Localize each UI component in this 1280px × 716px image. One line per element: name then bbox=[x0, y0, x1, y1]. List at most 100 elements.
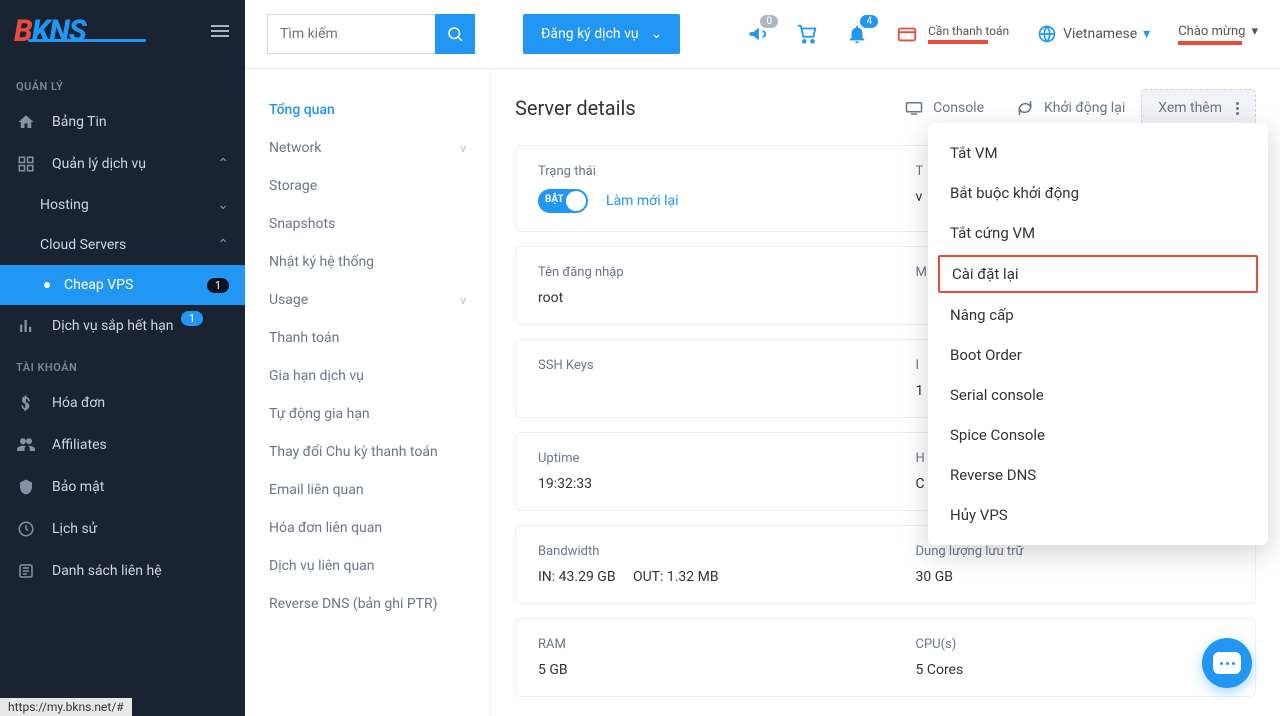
chat-bubble-icon bbox=[1213, 652, 1241, 674]
caret-down-icon: ▾ bbox=[1251, 24, 1258, 39]
nav-label: Cheap VPS bbox=[64, 277, 133, 293]
storage-label: Dung lượng lưu trữ bbox=[916, 544, 1234, 559]
subnav-storage[interactable]: Storage bbox=[245, 167, 490, 205]
nav-expiring[interactable]: Dịch vụ sắp hết hạn 1 bbox=[0, 305, 245, 347]
users-icon bbox=[16, 436, 36, 454]
panel: Server details Console Khởi động lại Xem… bbox=[491, 69, 1280, 716]
nav-cheap-vps[interactable]: Cheap VPS 1 bbox=[0, 265, 245, 305]
nav-label: Hóa đơn bbox=[52, 395, 105, 411]
ram-label: RAM bbox=[538, 637, 856, 652]
bullet-icon bbox=[44, 282, 50, 288]
subnav-rdns[interactable]: Reverse DNS (bản ghi PTR) bbox=[245, 585, 490, 623]
login-label: Tên đăng nhập bbox=[538, 265, 856, 280]
dd-reinstall[interactable]: Cài đặt lại bbox=[938, 255, 1258, 293]
caret-down-icon: ▾ bbox=[1143, 26, 1150, 42]
language-selector[interactable]: Vietnamese ▾ bbox=[1037, 24, 1150, 44]
chevron-up-icon: ⌃ bbox=[217, 156, 229, 172]
nav-label: Affiliates bbox=[52, 437, 107, 453]
dd-boot-order[interactable]: Boot Order bbox=[928, 335, 1268, 375]
more-button[interactable]: Xem thêm bbox=[1141, 89, 1256, 127]
nav-security[interactable]: Bảo mật bbox=[0, 466, 245, 508]
dd-rdns[interactable]: Reverse DNS bbox=[928, 455, 1268, 495]
nav-hosting[interactable]: Hosting ⌄ bbox=[0, 185, 245, 225]
nav-label: Cloud Servers bbox=[40, 237, 126, 253]
dd-shutdown[interactable]: Tắt VM bbox=[928, 133, 1268, 173]
search-button[interactable] bbox=[435, 14, 475, 54]
sidebar: BKNS QUẢN LÝ Bảng Tin Quản lý dịch vụ ⌃ … bbox=[0, 0, 245, 716]
dd-force-reboot[interactable]: Bắt buộc khởi động bbox=[928, 173, 1268, 213]
subnav-emails[interactable]: Email liên quan bbox=[245, 471, 490, 509]
globe-icon bbox=[1037, 24, 1057, 44]
bell-icon[interactable]: 4 bbox=[846, 23, 868, 45]
user-menu[interactable]: Chào mừng ▾ bbox=[1178, 24, 1258, 45]
subnav-invoices[interactable]: Hóa đơn liên quan bbox=[245, 509, 490, 547]
nav-contacts[interactable]: Danh sách liên hệ bbox=[0, 550, 245, 592]
refresh-icon bbox=[1016, 99, 1034, 117]
subnav-related[interactable]: Dịch vụ liên quan bbox=[245, 547, 490, 585]
nav-label: Bảng Tin bbox=[52, 114, 107, 130]
home-icon bbox=[16, 113, 36, 131]
grid-icon bbox=[16, 155, 36, 173]
subnav-overview[interactable]: Tổng quan bbox=[245, 91, 490, 129]
more-dropdown: Tắt VM Bắt buộc khởi động Tắt cứng VM Cà… bbox=[928, 123, 1268, 545]
uptime-value: 19:32:33 bbox=[538, 476, 856, 492]
nav-label: Bảo mật bbox=[52, 479, 104, 495]
nav-label: Hosting bbox=[40, 197, 89, 213]
language-label: Vietnamese bbox=[1063, 26, 1137, 42]
cpu-value: 5 Cores bbox=[916, 662, 1234, 678]
status-label: Trạng thái bbox=[538, 164, 856, 179]
login-value: root bbox=[538, 290, 856, 306]
count-badge: 1 bbox=[181, 311, 203, 326]
dd-destroy[interactable]: Hủy VPS bbox=[928, 495, 1268, 535]
dd-hard-off[interactable]: Tắt cứng VM bbox=[928, 213, 1268, 253]
console-button[interactable]: Console bbox=[889, 90, 1000, 126]
nav-section-account: TÀI KHOẢN bbox=[0, 347, 245, 382]
bar-chart-icon bbox=[16, 317, 36, 335]
chevron-down-icon: ⌄ bbox=[217, 197, 229, 213]
uptime-label: Uptime bbox=[538, 451, 856, 466]
menu-toggle-icon[interactable] bbox=[211, 25, 229, 37]
payment-due[interactable]: Cần thanh toán bbox=[896, 23, 1009, 45]
logo[interactable]: BKNS bbox=[14, 14, 146, 48]
subnav-renew[interactable]: Gia hạn dịch vụ bbox=[245, 357, 490, 395]
nav-cloud-servers[interactable]: Cloud Servers ⌃ bbox=[0, 225, 245, 265]
chevron-up-icon: ⌃ bbox=[217, 237, 229, 253]
monitor-icon bbox=[905, 101, 923, 115]
subnav-usage[interactable]: Usagev bbox=[245, 281, 490, 319]
dd-serial[interactable]: Serial console bbox=[928, 375, 1268, 415]
subnav-snapshots[interactable]: Snapshots bbox=[245, 205, 490, 243]
nav-history[interactable]: Lịch sử bbox=[0, 508, 245, 550]
nav-section-manage: QUẢN LÝ bbox=[0, 66, 245, 101]
nav-news[interactable]: Bảng Tin bbox=[0, 101, 245, 143]
count-badge: 1 bbox=[207, 278, 229, 293]
reboot-button[interactable]: Khởi động lại bbox=[1000, 89, 1141, 127]
register-button[interactable]: Đăng ký dịch vụ ⌄ bbox=[523, 14, 680, 54]
nav-label: Dịch vụ sắp hết hạn bbox=[52, 318, 174, 334]
button-label: Đăng ký dịch vụ bbox=[541, 26, 639, 42]
dd-upgrade[interactable]: Nâng cấp bbox=[928, 295, 1268, 335]
pay-due-label: Cần thanh toán bbox=[928, 24, 1009, 38]
subnav-autorenew[interactable]: Tự động gia hạn bbox=[245, 395, 490, 433]
nav-invoice[interactable]: Hóa đơn bbox=[0, 382, 245, 424]
count-badge: 4 bbox=[860, 15, 878, 28]
cpu-label: CPU(s) bbox=[916, 637, 1234, 652]
subnav-billing[interactable]: Thanh toán bbox=[245, 319, 490, 357]
welcome-label: Chào mừng bbox=[1178, 24, 1245, 39]
chevron-down-icon: ⌄ bbox=[651, 26, 663, 42]
red-underline bbox=[1178, 41, 1242, 45]
nav-services[interactable]: Quản lý dịch vụ ⌃ bbox=[0, 143, 245, 185]
cart-icon[interactable] bbox=[796, 23, 818, 45]
dd-spice[interactable]: Spice Console bbox=[928, 415, 1268, 455]
subnav-syslog[interactable]: Nhật ký hệ thống bbox=[245, 243, 490, 281]
subnav-network[interactable]: Networkv bbox=[245, 129, 490, 167]
toggle-knob bbox=[566, 191, 586, 211]
contacts-icon bbox=[16, 562, 36, 580]
chat-button[interactable] bbox=[1202, 638, 1252, 688]
nav-affiliates[interactable]: Affiliates bbox=[0, 424, 245, 466]
subnav-cycle[interactable]: Thay đổi Chu kỳ thanh toán bbox=[245, 433, 490, 471]
announcements-icon[interactable]: 0 bbox=[746, 23, 768, 45]
status-toggle[interactable]: BẬT bbox=[538, 189, 588, 213]
red-underline bbox=[928, 40, 988, 44]
refresh-link[interactable]: Làm mới lại bbox=[606, 193, 679, 209]
search-input[interactable] bbox=[267, 14, 435, 54]
